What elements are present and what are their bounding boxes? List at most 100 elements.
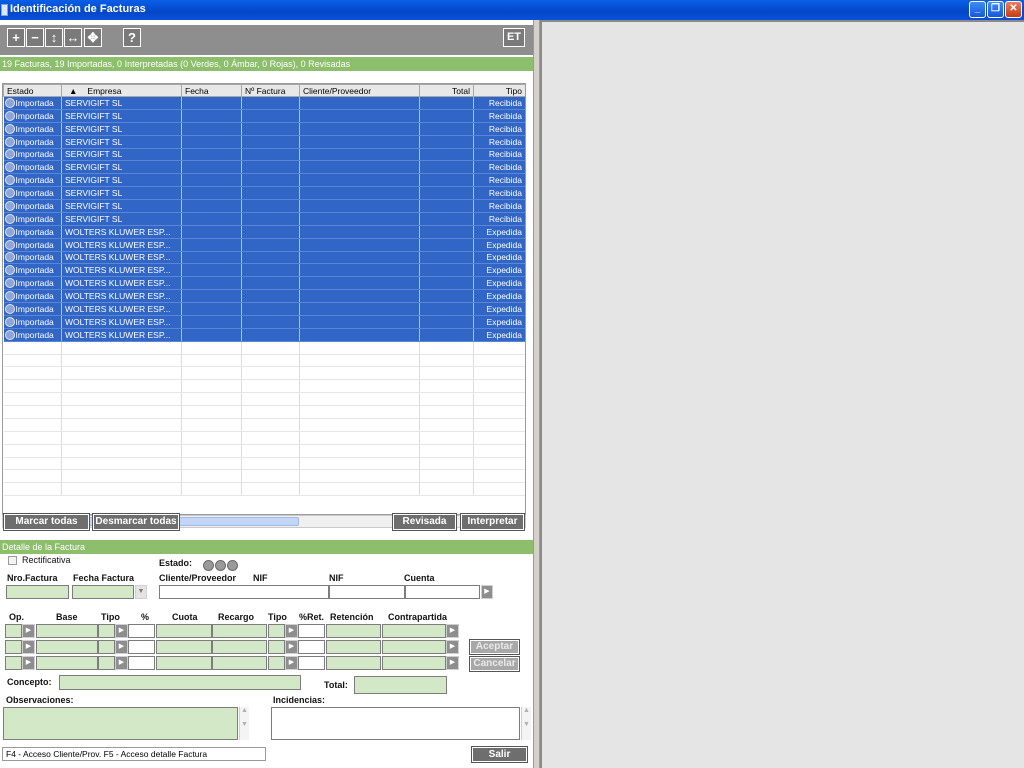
restore-button[interactable]: ❐: [987, 1, 1004, 18]
ret-percent-field[interactable]: [298, 640, 325, 654]
recargo-field[interactable]: [212, 624, 267, 638]
column-header-total[interactable]: Total: [419, 84, 474, 97]
cliente-proveedor-field[interactable]: [159, 585, 329, 599]
table-row[interactable]: Importada WOLTERS KLUWER ESP... Expedida: [3, 238, 525, 252]
contrapartida-field[interactable]: [382, 656, 446, 670]
contrapartida-field[interactable]: [382, 640, 446, 654]
table-row[interactable]: Importada SERVIGIFT SL Recibida: [3, 122, 525, 136]
table-row[interactable]: Importada WOLTERS KLUWER ESP... Expedida: [3, 328, 525, 342]
retencion-field[interactable]: [326, 640, 381, 654]
retencion-field[interactable]: [326, 624, 381, 638]
interpretar-button[interactable]: Interpretar: [460, 513, 525, 531]
fit-all-button[interactable]: ✥: [84, 28, 102, 47]
nro-factura-field[interactable]: [6, 585, 69, 599]
table-row[interactable]: Importada SERVIGIFT SL Recibida: [3, 148, 525, 162]
incidencias-scrollbar[interactable]: ▲ ▼: [521, 707, 531, 740]
base-field[interactable]: [36, 640, 98, 654]
table-row[interactable]: Importada SERVIGIFT SL Recibida: [3, 135, 525, 149]
column-header-tipo[interactable]: Tipo: [473, 84, 525, 97]
help-button[interactable]: ?: [123, 28, 141, 47]
tipo-lookup-icon[interactable]: ▶: [115, 640, 128, 654]
column-header-fecha[interactable]: Fecha: [181, 84, 242, 97]
column-header-cliente[interactable]: Cliente/Proveedor: [299, 84, 420, 97]
base-field[interactable]: [36, 624, 98, 638]
close-button[interactable]: ✕: [1005, 1, 1022, 18]
tipo2-lookup-icon[interactable]: ▶: [285, 656, 298, 670]
observaciones-scrollbar[interactable]: ▲ ▼: [239, 707, 249, 740]
concepto-field[interactable]: [59, 675, 301, 690]
incidencias-field[interactable]: [271, 707, 520, 740]
percent-field[interactable]: [128, 640, 155, 654]
tipo2-lookup-icon[interactable]: ▶: [285, 640, 298, 654]
table-row[interactable]: Importada SERVIGIFT SL Recibida: [3, 109, 525, 123]
ret-percent-field[interactable]: [298, 656, 325, 670]
contrapartida-lookup-icon[interactable]: ▶: [446, 624, 459, 638]
tipo-field[interactable]: [98, 656, 115, 670]
aceptar-button[interactable]: Aceptar: [469, 639, 520, 655]
op-field[interactable]: [5, 640, 22, 654]
date-dropdown-icon[interactable]: ▼: [135, 585, 147, 599]
base-field[interactable]: [36, 656, 98, 670]
cancelar-button[interactable]: Cancelar: [469, 656, 520, 672]
op-lookup-icon[interactable]: ▶: [22, 640, 35, 654]
table-row[interactable]: Importada WOLTERS KLUWER ESP... Expedida: [3, 315, 525, 329]
cuota-field[interactable]: [156, 640, 212, 654]
tipo-field[interactable]: [98, 624, 115, 638]
percent-field[interactable]: [128, 624, 155, 638]
salir-button[interactable]: Salir: [471, 746, 528, 763]
table-row[interactable]: Importada SERVIGIFT SL Recibida: [3, 160, 525, 175]
et-button[interactable]: ET: [503, 28, 525, 47]
op-field[interactable]: [5, 624, 22, 638]
column-header-empresa[interactable]: ▲ Empresa: [61, 84, 182, 97]
table-row[interactable]: Importada WOLTERS KLUWER ESP... Expedida: [3, 302, 525, 316]
recargo-field[interactable]: [212, 656, 267, 670]
revisada-button[interactable]: Revisada: [392, 513, 457, 531]
column-header-nfactura[interactable]: Nº Factura: [241, 84, 300, 97]
fecha-factura-field[interactable]: [72, 585, 134, 599]
zoom-in-button[interactable]: +: [7, 28, 25, 47]
table-row[interactable]: Importada WOLTERS KLUWER ESP... Expedida: [3, 276, 525, 291]
ret-percent-field[interactable]: [298, 624, 325, 638]
op-lookup-icon[interactable]: ▶: [22, 656, 35, 670]
table-row[interactable]: Importada SERVIGIFT SL Recibida: [3, 199, 525, 213]
tipo2-field[interactable]: [268, 640, 285, 654]
contrapartida-lookup-icon[interactable]: ▶: [446, 656, 459, 670]
pane-splitter[interactable]: [533, 20, 540, 768]
table-row[interactable]: Importada SERVIGIFT SL Recibida: [3, 173, 525, 188]
zoom-out-button[interactable]: −: [26, 28, 44, 47]
table-row[interactable]: Importada SERVIGIFT SL Recibida: [3, 212, 525, 226]
minimize-button[interactable]: _: [969, 1, 986, 18]
table-row[interactable]: Importada WOLTERS KLUWER ESP... Expedida: [3, 225, 525, 239]
tipo-lookup-icon[interactable]: ▶: [115, 656, 128, 670]
cuenta-lookup-icon[interactable]: ▶: [481, 585, 493, 599]
window-titlebar[interactable]: Identificación de Facturas _ ❐ ✕: [0, 0, 1024, 20]
retencion-field[interactable]: [326, 656, 381, 670]
tipo-lookup-icon[interactable]: ▶: [115, 624, 128, 638]
contrapartida-lookup-icon[interactable]: ▶: [446, 640, 459, 654]
cuenta-field[interactable]: [405, 585, 480, 599]
total-field[interactable]: [354, 676, 447, 694]
contrapartida-field[interactable]: [382, 624, 446, 638]
cuota-field[interactable]: [156, 656, 212, 670]
table-row[interactable]: Importada WOLTERS KLUWER ESP... Expedida: [3, 251, 525, 265]
rectificativa-checkbox[interactable]: [8, 556, 17, 565]
percent-field[interactable]: [128, 656, 155, 670]
observaciones-field[interactable]: [3, 707, 238, 740]
tipo-field[interactable]: [98, 640, 115, 654]
desmarcar-todas-button[interactable]: Desmarcar todas: [92, 513, 180, 531]
table-row[interactable]: Importada SERVIGIFT SL Recibida: [3, 186, 525, 200]
op-field[interactable]: [5, 656, 22, 670]
cuota-field[interactable]: [156, 624, 212, 638]
op-lookup-icon[interactable]: ▶: [22, 624, 35, 638]
nif-field[interactable]: [329, 585, 405, 599]
column-header-estado[interactable]: Estado: [3, 84, 62, 97]
tipo2-field[interactable]: [268, 656, 285, 670]
table-row[interactable]: Importada WOLTERS KLUWER ESP... Expedida: [3, 263, 525, 278]
recargo-field[interactable]: [212, 640, 267, 654]
tipo2-lookup-icon[interactable]: ▶: [285, 624, 298, 638]
table-row[interactable]: Importada SERVIGIFT SL Recibida: [3, 96, 525, 110]
tipo2-field[interactable]: [268, 624, 285, 638]
fit-vertical-button[interactable]: ↕: [45, 28, 63, 47]
table-row[interactable]: Importada WOLTERS KLUWER ESP... Expedida: [3, 289, 525, 303]
fit-horizontal-button[interactable]: ↔: [64, 28, 82, 47]
